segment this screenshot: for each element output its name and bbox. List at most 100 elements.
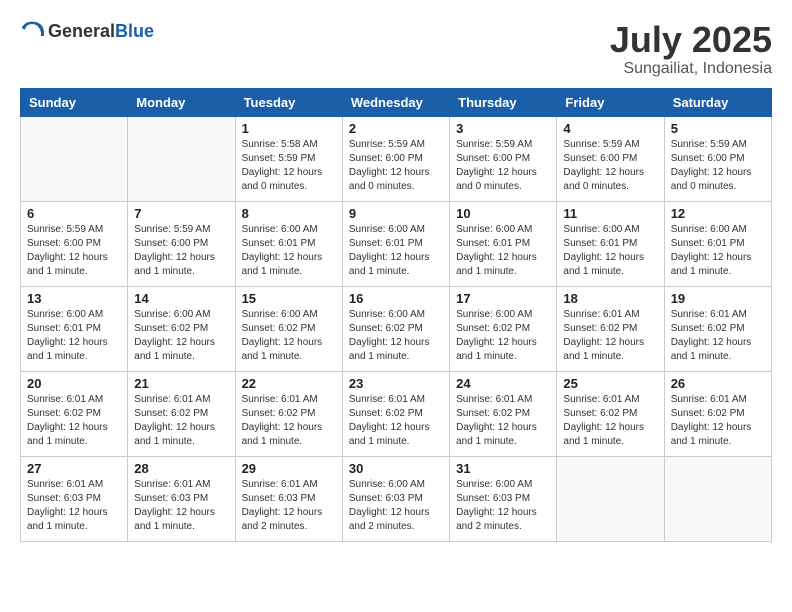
logo-icon <box>20 20 44 44</box>
calendar-cell: 30 Sunrise: 6:00 AM Sunset: 6:03 PM Dayli… <box>342 456 449 541</box>
calendar-cell: 4 Sunrise: 5:59 AM Sunset: 6:00 PM Daylig… <box>557 116 664 201</box>
calendar-cell: 25Sunrise: 6:01 AM Sunset: 6:02 PM Dayli… <box>557 371 664 456</box>
day-number: 18 <box>563 291 657 306</box>
month-title: July 2025 <box>610 20 772 60</box>
calendar-cell: 13 Sunrise: 6:00 AM Sunset: 6:01 PM Dayli… <box>21 286 128 371</box>
day-info: Sunrise: 5:59 AM Sunset: 6:00 PM Dayligh… <box>456 138 550 194</box>
day-info: Sunrise: 6:01 AM Sunset: 6:02 PM Dayligh… <box>456 393 550 449</box>
day-number: 10 <box>456 206 550 221</box>
day-info: Sunrise: 6:01 AM Sunset: 6:03 PM Dayligh… <box>242 478 336 534</box>
calendar-header: SundayMondayTuesdayWednesdayThursdayFrid… <box>21 88 772 116</box>
day-info: Sunrise: 6:01 AM Sunset: 6:02 PM Dayligh… <box>671 308 765 364</box>
calendar-week-row: 1 Sunrise: 5:58 AM Sunset: 5:59 PM Daylig… <box>21 116 772 201</box>
calendar-cell: 19 Sunrise: 6:01 AM Sunset: 6:02 PM Dayli… <box>664 286 771 371</box>
calendar-cell: 1 Sunrise: 5:58 AM Sunset: 5:59 PM Daylig… <box>235 116 342 201</box>
day-number: 9 <box>349 206 443 221</box>
day-number: 8 <box>242 206 336 221</box>
day-number: 13 <box>27 291 121 306</box>
day-info: Sunrise: 6:01 AM Sunset: 6:03 PM Dayligh… <box>134 478 228 534</box>
day-info: Sunrise: 6:00 AM Sunset: 6:01 PM Dayligh… <box>456 223 550 279</box>
day-number: 4 <box>563 121 657 136</box>
day-number: 26 <box>671 376 765 391</box>
day-info: Sunrise: 6:01 AM Sunset: 6:03 PM Dayligh… <box>27 478 121 534</box>
day-info: Sunrise: 6:00 AM Sunset: 6:01 PM Dayligh… <box>27 308 121 364</box>
day-info: Sunrise: 6:00 AM Sunset: 6:03 PM Dayligh… <box>456 478 550 534</box>
day-number: 21 <box>134 376 228 391</box>
calendar-cell: 8Sunrise: 6:00 AM Sunset: 6:01 PM Daylig… <box>235 201 342 286</box>
calendar-cell: 3 Sunrise: 5:59 AM Sunset: 6:00 PM Daylig… <box>450 116 557 201</box>
weekday-header: Monday <box>128 88 235 116</box>
day-info: Sunrise: 6:01 AM Sunset: 6:02 PM Dayligh… <box>671 393 765 449</box>
day-number: 2 <box>349 121 443 136</box>
calendar-cell <box>128 116 235 201</box>
day-info: Sunrise: 5:59 AM Sunset: 6:00 PM Dayligh… <box>134 223 228 279</box>
calendar-cell: 16 Sunrise: 6:00 AM Sunset: 6:02 PM Dayli… <box>342 286 449 371</box>
weekday-header: Thursday <box>450 88 557 116</box>
day-number: 30 <box>349 461 443 476</box>
day-number: 16 <box>349 291 443 306</box>
calendar-cell: 28 Sunrise: 6:01 AM Sunset: 6:03 PM Dayli… <box>128 456 235 541</box>
calendar-cell: 7 Sunrise: 5:59 AM Sunset: 6:00 PM Daylig… <box>128 201 235 286</box>
calendar-cell: 23Sunrise: 6:01 AM Sunset: 6:02 PM Dayli… <box>342 371 449 456</box>
day-info: Sunrise: 6:01 AM Sunset: 6:02 PM Dayligh… <box>242 393 336 449</box>
calendar-cell: 21 Sunrise: 6:01 AM Sunset: 6:02 PM Dayli… <box>128 371 235 456</box>
calendar-cell: 22 Sunrise: 6:01 AM Sunset: 6:02 PM Dayli… <box>235 371 342 456</box>
calendar-cell: 31Sunrise: 6:00 AM Sunset: 6:03 PM Dayli… <box>450 456 557 541</box>
day-number: 11 <box>563 206 657 221</box>
calendar-cell <box>557 456 664 541</box>
day-info: Sunrise: 6:01 AM Sunset: 6:02 PM Dayligh… <box>27 393 121 449</box>
day-info: Sunrise: 6:00 AM Sunset: 6:02 PM Dayligh… <box>349 308 443 364</box>
day-number: 1 <box>242 121 336 136</box>
calendar-cell: 27 Sunrise: 6:01 AM Sunset: 6:03 PM Dayli… <box>21 456 128 541</box>
day-number: 7 <box>134 206 228 221</box>
day-info: Sunrise: 6:01 AM Sunset: 6:02 PM Dayligh… <box>134 393 228 449</box>
calendar-cell: 9 Sunrise: 6:00 AM Sunset: 6:01 PM Daylig… <box>342 201 449 286</box>
calendar-cell: 6 Sunrise: 5:59 AM Sunset: 6:00 PM Daylig… <box>21 201 128 286</box>
day-number: 29 <box>242 461 336 476</box>
calendar-cell: 11Sunrise: 6:00 AM Sunset: 6:01 PM Dayli… <box>557 201 664 286</box>
day-info: Sunrise: 6:00 AM Sunset: 6:03 PM Dayligh… <box>349 478 443 534</box>
weekday-header: Wednesday <box>342 88 449 116</box>
day-info: Sunrise: 6:00 AM Sunset: 6:02 PM Dayligh… <box>242 308 336 364</box>
calendar-week-row: 20 Sunrise: 6:01 AM Sunset: 6:02 PM Dayli… <box>21 371 772 456</box>
day-info: Sunrise: 5:59 AM Sunset: 6:00 PM Dayligh… <box>27 223 121 279</box>
calendar-cell <box>664 456 771 541</box>
calendar-week-row: 13 Sunrise: 6:00 AM Sunset: 6:01 PM Dayli… <box>21 286 772 371</box>
day-number: 28 <box>134 461 228 476</box>
calendar-cell: 18 Sunrise: 6:01 AM Sunset: 6:02 PM Dayli… <box>557 286 664 371</box>
day-info: Sunrise: 5:59 AM Sunset: 6:00 PM Dayligh… <box>671 138 765 194</box>
day-info: Sunrise: 6:00 AM Sunset: 6:02 PM Dayligh… <box>134 308 228 364</box>
day-number: 15 <box>242 291 336 306</box>
calendar-cell: 24Sunrise: 6:01 AM Sunset: 6:02 PM Dayli… <box>450 371 557 456</box>
weekday-header: Saturday <box>664 88 771 116</box>
day-info: Sunrise: 6:01 AM Sunset: 6:02 PM Dayligh… <box>563 393 657 449</box>
calendar-body: 1 Sunrise: 5:58 AM Sunset: 5:59 PM Daylig… <box>21 116 772 541</box>
weekday-header: Friday <box>557 88 664 116</box>
day-info: Sunrise: 6:01 AM Sunset: 6:02 PM Dayligh… <box>349 393 443 449</box>
calendar-week-row: 27 Sunrise: 6:01 AM Sunset: 6:03 PM Dayli… <box>21 456 772 541</box>
page-header: GeneralBlue July 2025 Sungailiat, Indone… <box>20 20 772 78</box>
day-number: 14 <box>134 291 228 306</box>
weekday-header: Sunday <box>21 88 128 116</box>
day-number: 6 <box>27 206 121 221</box>
weekday-row: SundayMondayTuesdayWednesdayThursdayFrid… <box>21 88 772 116</box>
day-info: Sunrise: 6:00 AM Sunset: 6:01 PM Dayligh… <box>349 223 443 279</box>
calendar-cell: 26 Sunrise: 6:01 AM Sunset: 6:02 PM Dayli… <box>664 371 771 456</box>
day-number: 12 <box>671 206 765 221</box>
day-number: 17 <box>456 291 550 306</box>
day-number: 19 <box>671 291 765 306</box>
day-number: 20 <box>27 376 121 391</box>
day-number: 3 <box>456 121 550 136</box>
day-number: 27 <box>27 461 121 476</box>
calendar-table: SundayMondayTuesdayWednesdayThursdayFrid… <box>20 88 772 542</box>
day-number: 5 <box>671 121 765 136</box>
day-info: Sunrise: 5:59 AM Sunset: 6:00 PM Dayligh… <box>349 138 443 194</box>
calendar-cell: 12Sunrise: 6:00 AM Sunset: 6:01 PM Dayli… <box>664 201 771 286</box>
day-info: Sunrise: 5:58 AM Sunset: 5:59 PM Dayligh… <box>242 138 336 194</box>
calendar-cell <box>21 116 128 201</box>
calendar-week-row: 6 Sunrise: 5:59 AM Sunset: 6:00 PM Daylig… <box>21 201 772 286</box>
day-info: Sunrise: 5:59 AM Sunset: 6:00 PM Dayligh… <box>563 138 657 194</box>
day-info: Sunrise: 6:01 AM Sunset: 6:02 PM Dayligh… <box>563 308 657 364</box>
day-number: 22 <box>242 376 336 391</box>
calendar-cell: 14 Sunrise: 6:00 AM Sunset: 6:02 PM Dayli… <box>128 286 235 371</box>
